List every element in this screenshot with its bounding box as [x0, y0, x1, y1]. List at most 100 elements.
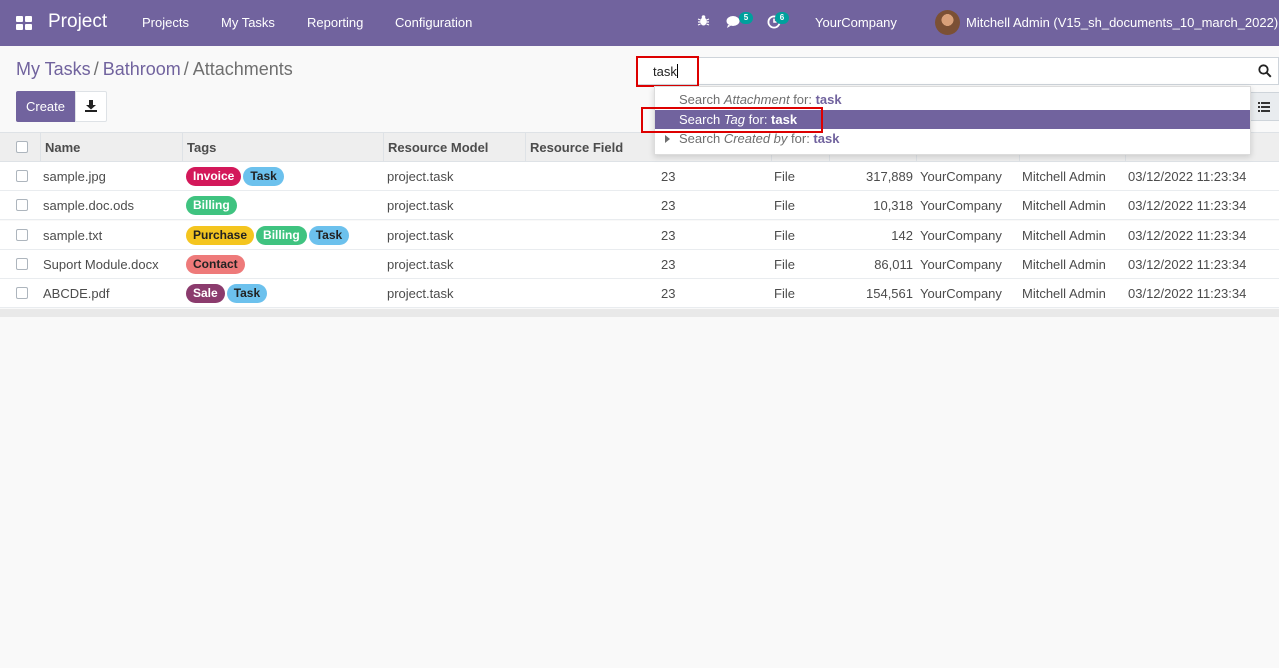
menu-projects[interactable]: Projects: [142, 15, 189, 30]
menu-my-tasks[interactable]: My Tasks: [221, 15, 275, 30]
cell-resource-id: 23: [661, 228, 676, 243]
download-icon: [85, 100, 97, 112]
cell-company: YourCompany: [920, 228, 1002, 243]
top-navbar: Project Projects My Tasks Reporting Conf…: [0, 0, 1279, 46]
cell-resource-model: project.task: [387, 286, 454, 301]
cell-resource-id: 23: [661, 169, 676, 184]
tag-badge: Task: [226, 284, 268, 303]
breadcrumb-current: Attachments: [192, 59, 293, 79]
tag-badge: Sale: [186, 284, 225, 303]
tag-badge: Purchase: [186, 226, 255, 245]
cell-tags: Purchase Billing Task: [186, 226, 351, 245]
cell-type: File: [774, 198, 795, 213]
column-divider: [525, 133, 526, 162]
list-view-icon: [1258, 102, 1270, 112]
user-menu[interactable]: Mitchell Admin (V15_sh_documents_10_marc…: [966, 15, 1278, 30]
cell-resource-id: 23: [661, 198, 676, 213]
cell-resource-id: 23: [661, 286, 676, 301]
cell-name: ABCDE.pdf: [43, 286, 110, 301]
cell-tags: Invoice Task: [186, 167, 286, 186]
cell-name: sample.doc.ods: [43, 198, 135, 213]
search-bar[interactable]: task: [637, 57, 1279, 85]
cell-resource-model: project.task: [387, 198, 454, 213]
cell-resource-model: project.task: [387, 169, 454, 184]
cell-company: YourCompany: [920, 286, 1002, 301]
cell-company: YourCompany: [920, 169, 1002, 184]
app-name[interactable]: Project: [48, 11, 107, 33]
column-divider: [182, 133, 183, 162]
row-checkbox[interactable]: [16, 287, 28, 299]
cell-type: File: [774, 169, 795, 184]
cell-resource-id: 23: [661, 257, 676, 272]
debug-bug-icon[interactable]: [697, 14, 710, 30]
option-mid: for:: [789, 92, 816, 107]
breadcrumb-separator: /: [183, 59, 189, 79]
highlight-search-input: [636, 56, 699, 87]
cell-tags: Billing: [186, 196, 239, 215]
expand-caret-icon[interactable]: [665, 135, 670, 143]
cell-owner: Mitchell Admin: [1022, 198, 1106, 213]
option-term: task: [813, 131, 840, 146]
column-resource-field[interactable]: Resource Field: [530, 140, 623, 155]
tag-badge: Task: [308, 226, 350, 245]
tag-badge: Billing: [256, 226, 307, 245]
menu-reporting[interactable]: Reporting: [307, 15, 363, 30]
cell-type: File: [774, 286, 795, 301]
column-resource-model[interactable]: Resource Model: [388, 140, 488, 155]
row-checkbox[interactable]: [16, 229, 28, 241]
cell-date: 03/12/2022 11:23:34: [1128, 198, 1247, 213]
apps-menu-icon[interactable]: [16, 16, 32, 30]
breadcrumb-separator: /: [93, 59, 99, 79]
table-row[interactable]: Suport Module.docx Contact project.task 23 F…: [0, 250, 1279, 279]
cell-resource-model: project.task: [387, 257, 454, 272]
cell-company: YourCompany: [920, 198, 1002, 213]
row-checkbox[interactable]: [16, 170, 28, 182]
download-button[interactable]: [75, 91, 107, 122]
cell-name: sample.txt: [43, 228, 103, 243]
table-row[interactable]: ABCDE.pdf Sale Task project.task 23 File 154,5…: [0, 279, 1279, 308]
cell-date: 03/12/2022 11:23:34: [1128, 169, 1247, 184]
create-button[interactable]: Create: [16, 91, 75, 122]
cell-type: File: [774, 257, 795, 272]
table-footer: [0, 309, 1279, 317]
user-avatar[interactable]: [935, 10, 960, 35]
column-name[interactable]: Name: [45, 140, 80, 155]
table-row[interactable]: sample.jpg Invoice Task project.task 23 File 3…: [0, 162, 1279, 191]
table-row[interactable]: sample.doc.ods Billing project.task 23 File 1…: [0, 191, 1279, 220]
cell-owner: Mitchell Admin: [1022, 257, 1106, 272]
company-switcher[interactable]: YourCompany: [815, 15, 897, 30]
cell-tags: Contact: [186, 255, 247, 274]
table-row[interactable]: sample.txt Purchase Billing Task project.tas…: [0, 221, 1279, 250]
menu-configuration[interactable]: Configuration: [395, 15, 472, 30]
breadcrumb: My Tasks / Bathroom / Attachments: [16, 59, 293, 80]
cell-owner: Mitchell Admin: [1022, 169, 1106, 184]
cell-name: sample.jpg: [43, 169, 106, 184]
breadcrumb-bathroom[interactable]: Bathroom: [103, 59, 181, 79]
column-divider: [383, 133, 384, 162]
cell-tags: Sale Task: [186, 284, 269, 303]
cell-type: File: [774, 228, 795, 243]
column-tags[interactable]: Tags: [187, 140, 216, 155]
row-checkbox[interactable]: [16, 199, 28, 211]
tag-badge: Billing: [186, 196, 237, 215]
tag-badge: Task: [243, 167, 284, 186]
cell-owner: Mitchell Admin: [1022, 228, 1106, 243]
column-divider: [40, 133, 41, 162]
tag-badge: Contact: [186, 255, 245, 274]
select-all-checkbox[interactable]: [16, 141, 28, 153]
activities-count-badge: 6: [775, 12, 789, 24]
option-term: task: [815, 92, 842, 107]
cell-date: 03/12/2022 11:23:34: [1128, 228, 1247, 243]
option-field: Attachment: [723, 92, 790, 107]
breadcrumb-my-tasks[interactable]: My Tasks: [16, 59, 91, 79]
list-view-button[interactable]: [1249, 92, 1279, 121]
cell-date: 03/12/2022 11:23:34: [1128, 286, 1247, 301]
cell-owner: Mitchell Admin: [1022, 286, 1106, 301]
cell-file-size: 154,561: [866, 286, 913, 301]
messages-count-badge: 5: [739, 12, 753, 24]
row-checkbox[interactable]: [16, 258, 28, 270]
cell-file-size: 86,011: [874, 257, 913, 272]
search-icon[interactable]: [1258, 64, 1272, 78]
cell-date: 03/12/2022 11:23:34: [1128, 257, 1247, 272]
option-mid: for:: [787, 131, 814, 146]
